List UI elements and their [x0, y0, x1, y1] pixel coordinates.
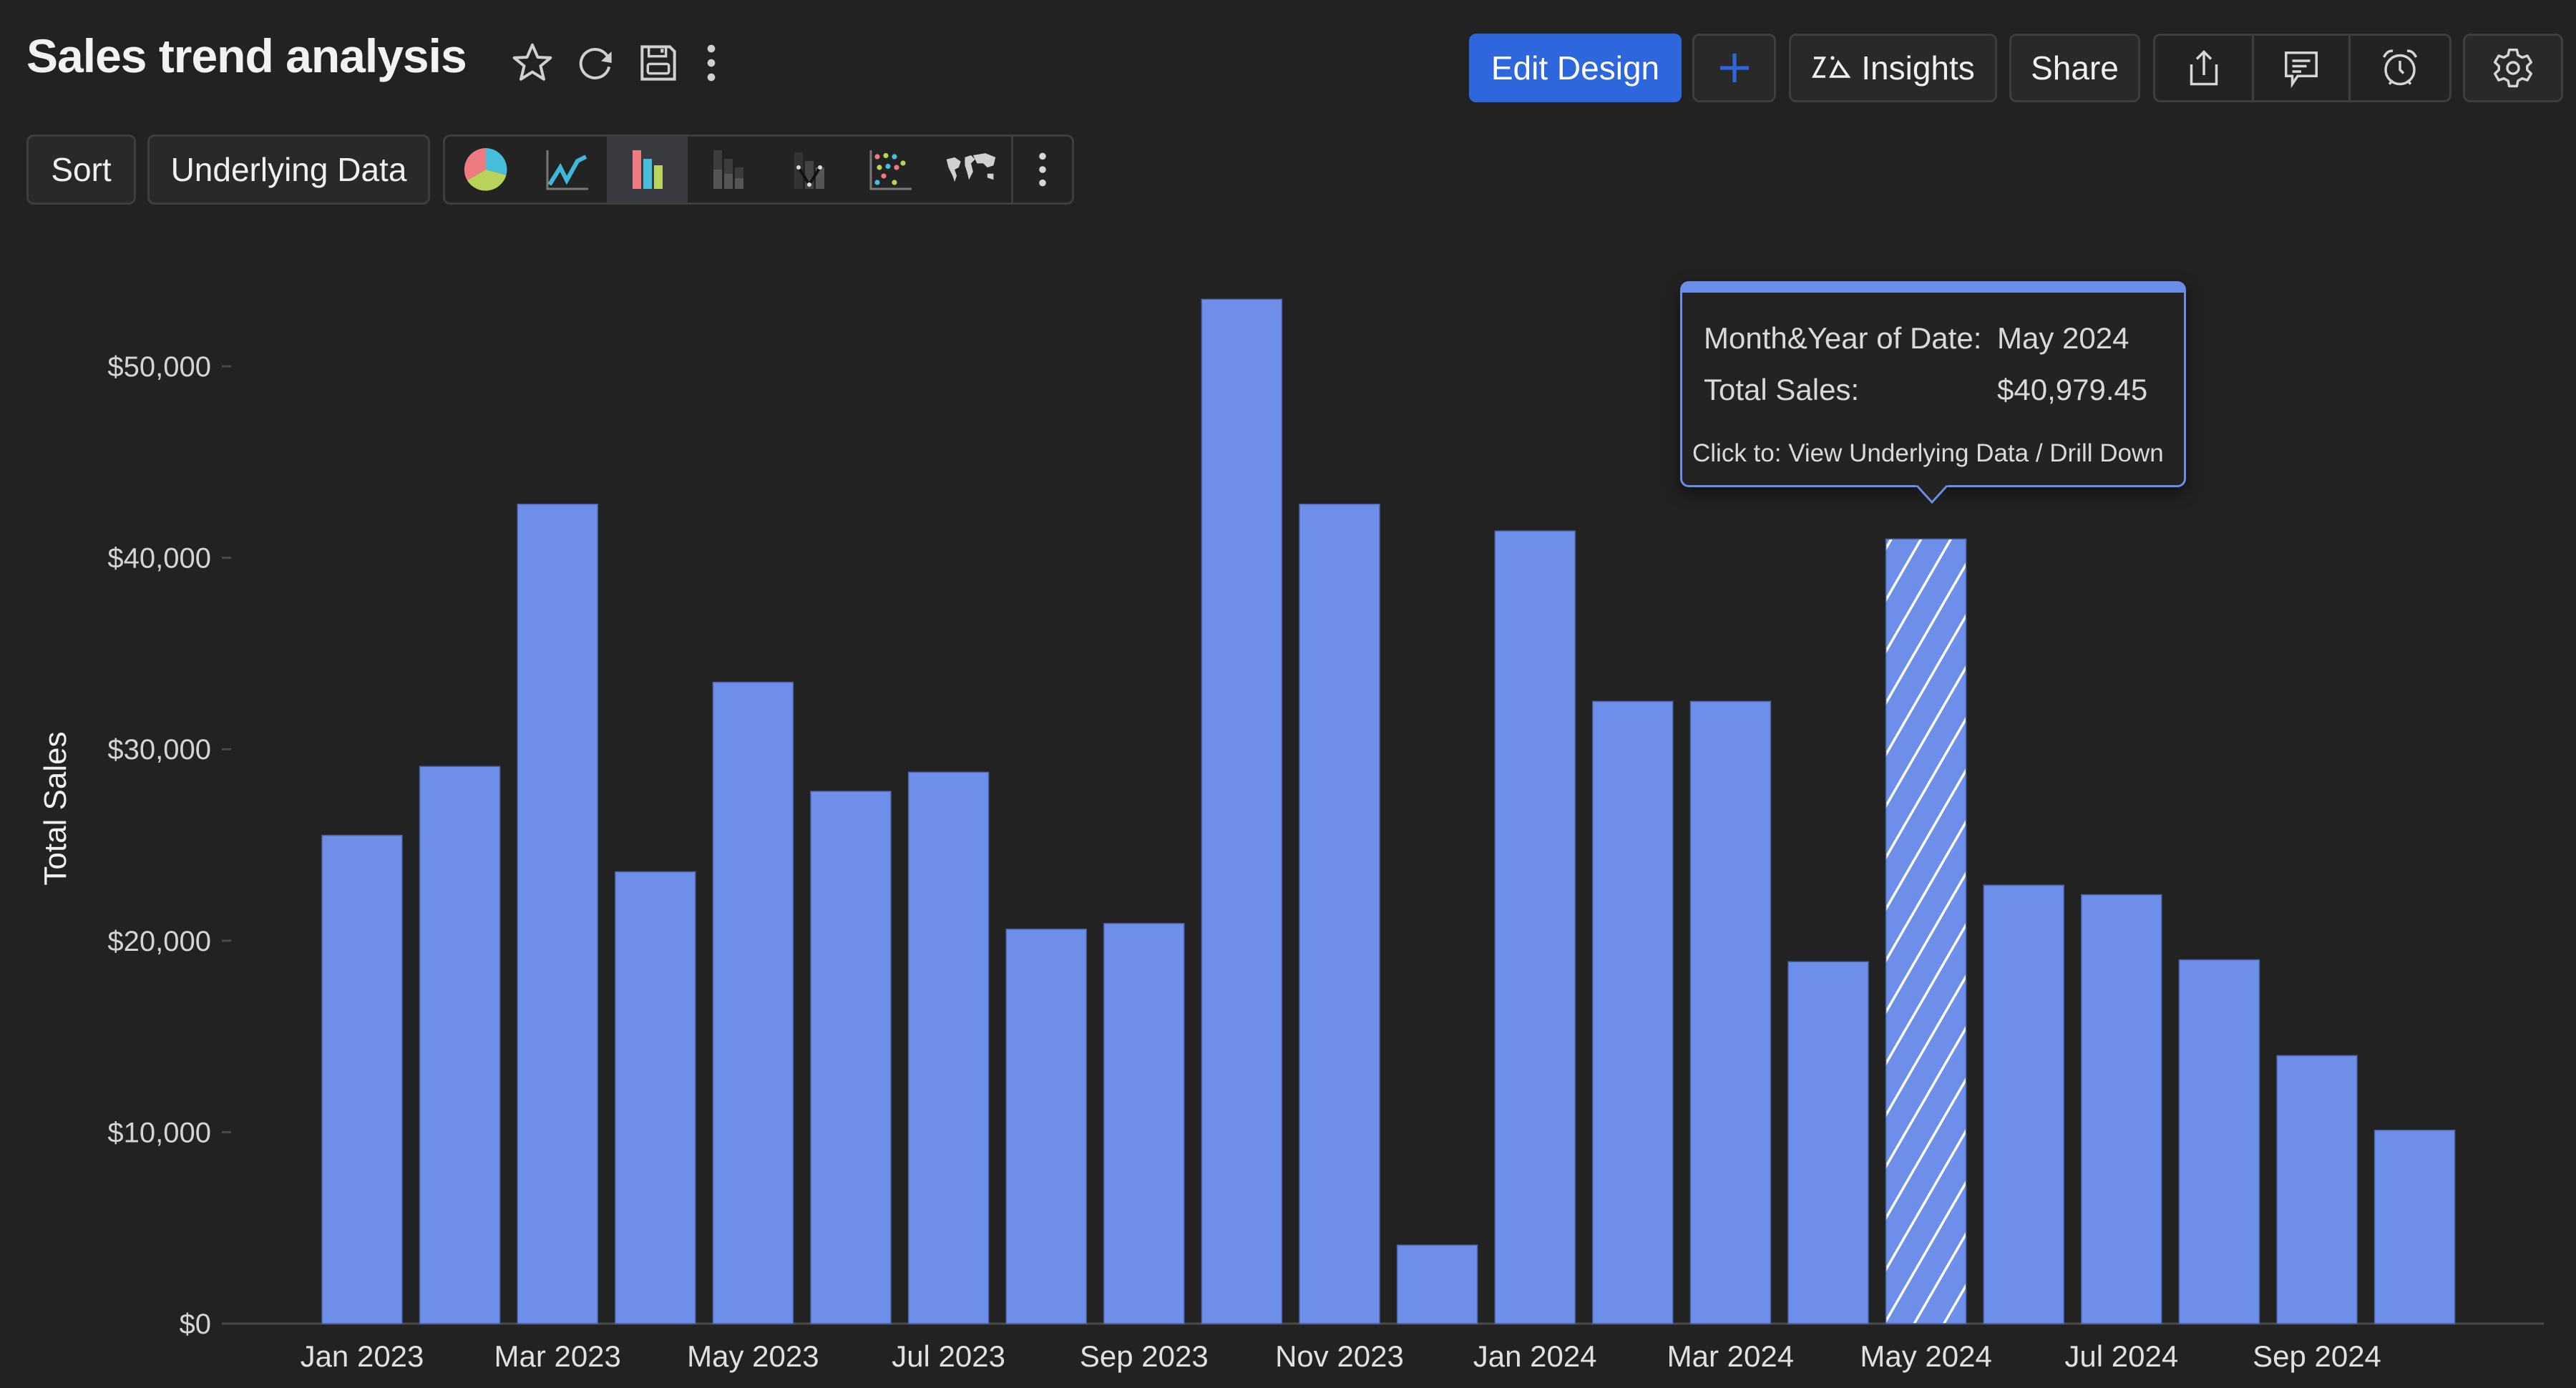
- bar[interactable]: [2276, 1055, 2358, 1324]
- tooltip-dimension-label: Month&Year of Date:: [1704, 321, 1982, 355]
- x-tick-label: Mar 2023: [494, 1339, 620, 1373]
- tooltip-dimension-value: May 2024: [1997, 321, 2129, 355]
- bar[interactable]: [615, 871, 696, 1324]
- x-tick-label: Sep 2023: [1080, 1339, 1209, 1373]
- sales-bar-chart: Total Sales $0 $10,000 $20,000 $30,000 $40,0…: [38, 298, 2544, 1373]
- y-tick-label: $40,000: [107, 543, 211, 575]
- bar[interactable]: [321, 834, 403, 1324]
- x-tick-label: Sep 2024: [2253, 1339, 2381, 1373]
- tooltip-measure-label: Total Sales:: [1704, 373, 1860, 406]
- bar[interactable]: [1983, 884, 2064, 1324]
- tooltip-drill-hint[interactable]: Click to: View Underlying Data / Drill D…: [1692, 439, 2164, 468]
- bar[interactable]: [712, 681, 794, 1324]
- tooltip-measure-value: $40,979.45: [1997, 373, 2148, 406]
- bar[interactable]: [907, 771, 990, 1324]
- bar[interactable]: [1396, 1244, 1478, 1324]
- bar[interactable]: [2373, 1129, 2456, 1324]
- x-tick-label: Jul 2024: [2064, 1339, 2178, 1373]
- tooltip-pointer: [1916, 485, 1948, 504]
- chart-tooltip: Month&Year of Date: May 2024 Total Sales…: [1680, 281, 2186, 487]
- x-tick-label: Jan 2024: [1473, 1339, 1597, 1373]
- bar[interactable]: [517, 503, 598, 1324]
- bar[interactable]: [1787, 961, 1869, 1324]
- x-tick-label: May 2023: [687, 1339, 819, 1373]
- bar[interactable]: [1005, 928, 1087, 1324]
- bar[interactable]: [1103, 922, 1185, 1324]
- x-tick-label: Nov 2023: [1275, 1339, 1404, 1373]
- x-tick-label: Jan 2023: [301, 1339, 424, 1373]
- bar[interactable]: [1592, 700, 1674, 1324]
- bar[interactable]: [419, 766, 501, 1324]
- bar[interactable]: [2081, 894, 2162, 1324]
- y-tick-label: $10,000: [107, 1117, 211, 1148]
- y-axis-title: Total Sales: [38, 731, 73, 885]
- x-tick-label: May 2024: [1860, 1339, 1991, 1373]
- x-tick-label: Jul 2023: [892, 1339, 1005, 1373]
- y-tick-label: $50,000: [107, 351, 211, 383]
- bar[interactable]: [1689, 700, 1772, 1324]
- bar[interactable]: [1299, 503, 1380, 1324]
- y-tick-label: $20,000: [107, 926, 211, 957]
- bar[interactable]: [2178, 959, 2260, 1324]
- y-tick-label: $30,000: [107, 734, 211, 766]
- x-tick-label: Mar 2024: [1667, 1339, 1794, 1373]
- bar[interactable]: [1201, 298, 1283, 1324]
- bar[interactable]: [1494, 530, 1576, 1324]
- y-tick-label: $0: [180, 1309, 212, 1340]
- bar[interactable]: [810, 791, 892, 1324]
- bar-highlighted[interactable]: [1885, 538, 1967, 1324]
